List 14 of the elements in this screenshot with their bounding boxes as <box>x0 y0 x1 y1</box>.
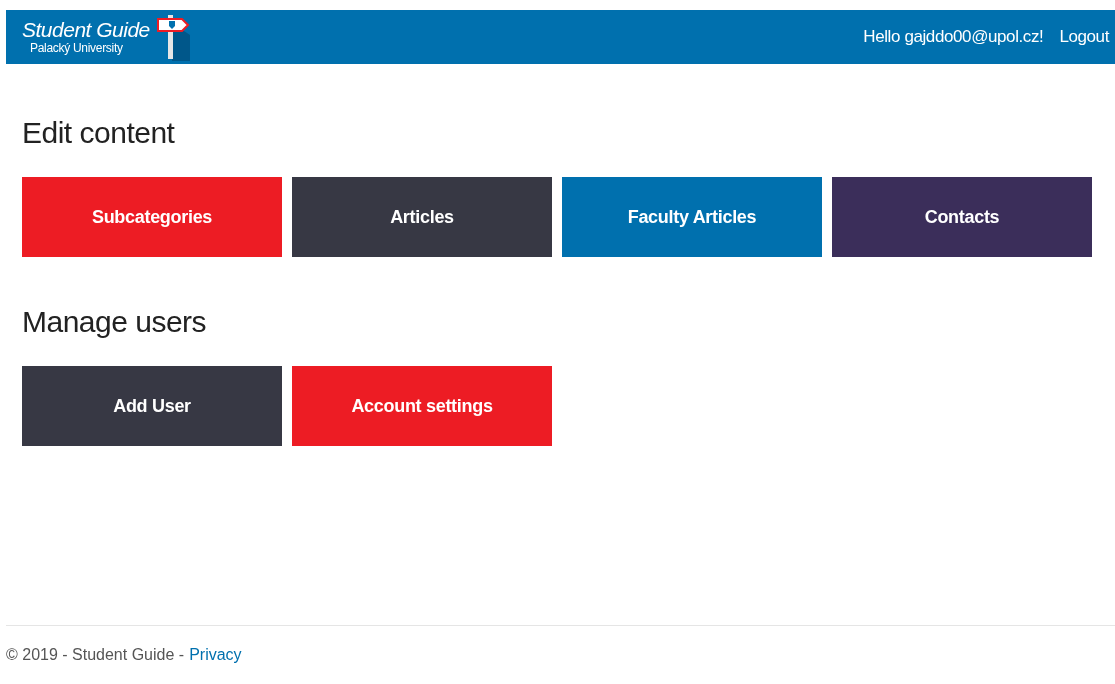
greeting: Hello gajddo00@upol.cz! <box>863 27 1044 47</box>
tile-button[interactable]: Add User <box>22 366 282 446</box>
logout-link[interactable]: Logout <box>1059 27 1109 47</box>
copyright: © 2019 - Student Guide - <box>6 646 185 665</box>
brand-subtitle: Palacký University <box>29 41 124 55</box>
tile-button[interactable]: Contacts <box>832 177 1092 257</box>
tile-button[interactable]: Account settings <box>292 366 552 446</box>
tile-button[interactable]: Faculty Articles <box>562 177 822 257</box>
tile-button[interactable]: Articles <box>292 177 552 257</box>
section-title: Edit content <box>22 116 176 150</box>
brand-title: Student Guide <box>22 19 150 41</box>
tile-button[interactable]: Subcategories <box>22 177 282 257</box>
privacy-link[interactable]: Privacy <box>189 646 242 684</box>
section-title: Manage users <box>22 305 208 339</box>
